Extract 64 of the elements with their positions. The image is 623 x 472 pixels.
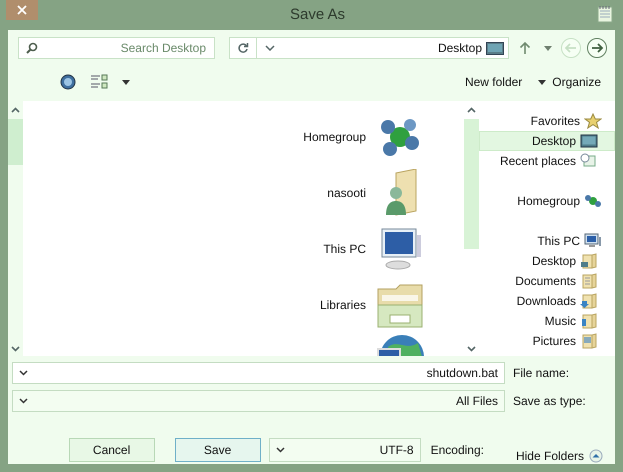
refresh-icon[interactable] bbox=[237, 42, 249, 54]
nav-item[interactable]: Pictures bbox=[479, 331, 615, 351]
nav-item[interactable]: This PC bbox=[479, 231, 615, 251]
homegroup-icon bbox=[584, 193, 602, 209]
up-arrow-icon[interactable] bbox=[519, 41, 531, 55]
file-item-label[interactable]: nasooti bbox=[327, 186, 366, 200]
nav-item[interactable]: Recent places bbox=[479, 151, 615, 171]
organize-button[interactable]: Organize bbox=[532, 72, 607, 92]
monitor-icon bbox=[486, 42, 504, 54]
computer-icon bbox=[584, 233, 602, 249]
arrow-icon bbox=[590, 41, 604, 55]
hide-folders-button[interactable]: Hide Folders bbox=[510, 448, 609, 464]
close-icon bbox=[16, 4, 28, 16]
help-icon[interactable] bbox=[60, 74, 76, 90]
nav-scrollbar[interactable] bbox=[464, 101, 479, 356]
recent-locations-caret-icon[interactable] bbox=[544, 46, 552, 50]
nav-item[interactable]: Homegroup bbox=[479, 191, 615, 211]
nav-item[interactable]: Music bbox=[479, 311, 615, 331]
scrollbar-thumb[interactable] bbox=[464, 119, 479, 249]
save-as-type-label: Save as type: bbox=[512, 394, 587, 408]
chevron-down-icon[interactable] bbox=[19, 370, 28, 376]
file-item-label[interactable]: Libraries bbox=[320, 298, 366, 312]
close-button[interactable] bbox=[6, 0, 38, 20]
folder-icon bbox=[580, 313, 598, 329]
folder-icon bbox=[580, 293, 598, 309]
address-bar[interactable]: Desktop bbox=[229, 37, 509, 59]
nav-item[interactable]: Downloads bbox=[479, 291, 615, 311]
monitor-icon bbox=[580, 133, 598, 149]
chevron-down-icon[interactable] bbox=[19, 398, 28, 404]
chevron-down-icon[interactable] bbox=[265, 45, 275, 51]
notepad-icon bbox=[597, 5, 613, 23]
recent-places-icon bbox=[580, 153, 598, 169]
scrollbar-thumb[interactable] bbox=[8, 119, 23, 165]
save-as-type-dropdown[interactable]: All Files bbox=[12, 390, 505, 412]
star-icon bbox=[584, 113, 602, 129]
save-button[interactable]: Save bbox=[174, 438, 261, 462]
nav-item[interactable]: Documents bbox=[479, 271, 615, 291]
nav-item[interactable]: Favorites bbox=[479, 111, 615, 131]
file-name-label: File name: bbox=[512, 366, 570, 380]
scroll-up-icon[interactable] bbox=[467, 107, 476, 113]
arrow-icon bbox=[564, 41, 578, 55]
cancel-button[interactable]: Cancel bbox=[68, 438, 155, 462]
file-item-label[interactable]: This PC bbox=[323, 242, 366, 256]
nav-item[interactable]: Desktop bbox=[479, 131, 615, 151]
scroll-down-icon[interactable] bbox=[467, 346, 476, 352]
folder-icon bbox=[580, 273, 598, 289]
view-caret-icon[interactable] bbox=[122, 80, 130, 84]
encoding-label: Encoding: bbox=[430, 443, 484, 457]
window-title: Save As bbox=[288, 5, 346, 23]
scroll-down-icon[interactable] bbox=[11, 346, 20, 352]
search-icon[interactable] bbox=[26, 42, 38, 54]
encoding-dropdown[interactable]: UTF-8 bbox=[268, 438, 421, 462]
caret-icon bbox=[538, 80, 546, 84]
view-options-icon[interactable] bbox=[90, 74, 108, 90]
file-name-field[interactable]: shutdown.bat bbox=[12, 362, 505, 384]
folder-icon bbox=[580, 333, 598, 349]
search-field[interactable]: Search Desktop bbox=[18, 37, 215, 59]
new-folder-button[interactable]: New folder bbox=[458, 72, 528, 92]
chevron-down-icon[interactable] bbox=[276, 447, 285, 453]
nav-item[interactable]: Desktop bbox=[479, 251, 615, 271]
scroll-up-icon[interactable] bbox=[11, 107, 20, 113]
back-button[interactable] bbox=[587, 38, 607, 58]
file-item-label[interactable]: Homegroup bbox=[303, 130, 366, 144]
folder-icon bbox=[580, 253, 598, 269]
